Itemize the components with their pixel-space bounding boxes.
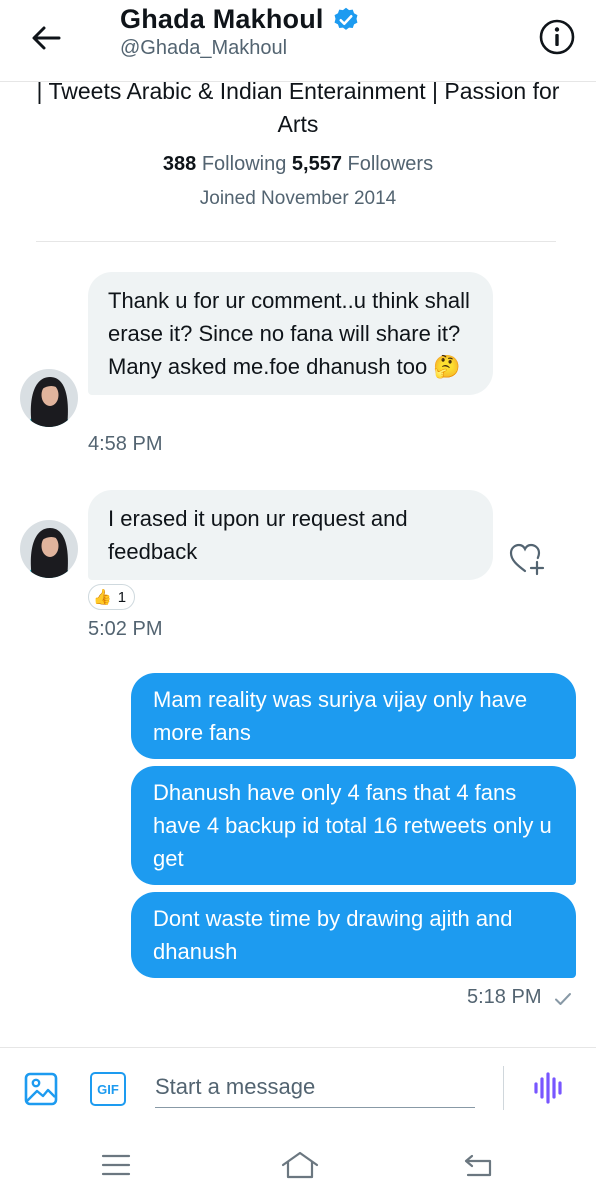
conversation-title[interactable]: Ghada Makhoul @Ghada_Makhoul [120, 4, 360, 60]
reaction-emoji: 👍 [93, 589, 112, 606]
recent-apps-button[interactable] [100, 1152, 132, 1178]
image-icon [24, 1072, 58, 1106]
message-bubble-outgoing[interactable]: Dont waste time by drawing ajith and dha… [131, 892, 576, 978]
profile-summary: | Tweets Arabic & Indian Enterainment | … [0, 72, 596, 210]
reaction-count: 1 [117, 588, 127, 606]
message-timestamp: 5:18 PM [467, 986, 542, 1008]
conversation-header: Ghada Makhoul @Ghada_Makhoul [0, 0, 596, 82]
joined-date: Joined November 2014 [199, 188, 397, 209]
followers-label[interactable]: Followers [348, 153, 434, 175]
info-button[interactable] [538, 18, 576, 56]
voice-waveform-icon [534, 1072, 562, 1104]
home-button[interactable] [280, 1148, 320, 1182]
avatar[interactable] [20, 520, 78, 578]
following-label[interactable]: Following [202, 153, 286, 175]
system-back-button[interactable] [462, 1150, 496, 1180]
profile-stats: 388 Following 5,557 Followers [0, 153, 596, 176]
back-button[interactable] [28, 20, 64, 56]
profile-bio: | Tweets Arabic & Indian Enterainment | … [36, 78, 560, 137]
system-navigation-bar [0, 1130, 596, 1200]
gif-button[interactable]: GIF [90, 1072, 126, 1106]
message-bubble-outgoing[interactable]: Dhanush have only 4 fans that 4 fans hav… [131, 766, 576, 885]
avatar[interactable] [20, 369, 78, 427]
verified-badge-icon [334, 7, 358, 30]
message-timestamp: 5:02 PM [88, 618, 163, 640]
home-icon [281, 1151, 319, 1179]
following-count[interactable]: 388 [163, 153, 196, 175]
divider [503, 1066, 504, 1110]
message-timestamp: 4:58 PM [88, 433, 163, 455]
info-circle-icon [539, 19, 575, 55]
message-composer: GIF [0, 1047, 596, 1127]
reaction-pill[interactable]: 👍 1 [88, 584, 136, 610]
contact-handle: @Ghada_Makhoul [120, 37, 288, 59]
heart-plus-icon [509, 543, 545, 576]
message-bubble-incoming[interactable]: I erased it upon ur request and feedback [88, 490, 493, 580]
avatar-image [20, 520, 78, 578]
followers-count[interactable]: 5,557 [292, 153, 342, 175]
sent-check-icon [555, 993, 571, 1005]
message-text: I erased it upon ur request and feedback [108, 506, 408, 564]
add-media-button[interactable] [24, 1072, 58, 1106]
message-text: Mam reality was suriya vijay only have m… [153, 687, 528, 745]
divider [36, 241, 556, 242]
message-bubble-incoming[interactable]: Thank u for ur comment..u think shall er… [88, 272, 493, 395]
voice-message-button[interactable] [530, 1070, 568, 1106]
message-text: Dont waste time by drawing ajith and dha… [153, 906, 513, 964]
message-bubble-outgoing[interactable]: Mam reality was suriya vijay only have m… [131, 673, 576, 759]
contact-name: Ghada Makhoul [120, 4, 324, 34]
avatar-image [20, 369, 78, 427]
menu-icon [101, 1154, 131, 1176]
message-input[interactable] [155, 1066, 475, 1108]
add-reaction-button[interactable] [508, 542, 546, 576]
back-return-icon [464, 1154, 492, 1177]
arrow-left-icon [32, 26, 61, 50]
message-text: Thank u for ur comment..u think shall er… [108, 288, 470, 379]
message-text: Dhanush have only 4 fans that 4 fans hav… [153, 780, 552, 871]
